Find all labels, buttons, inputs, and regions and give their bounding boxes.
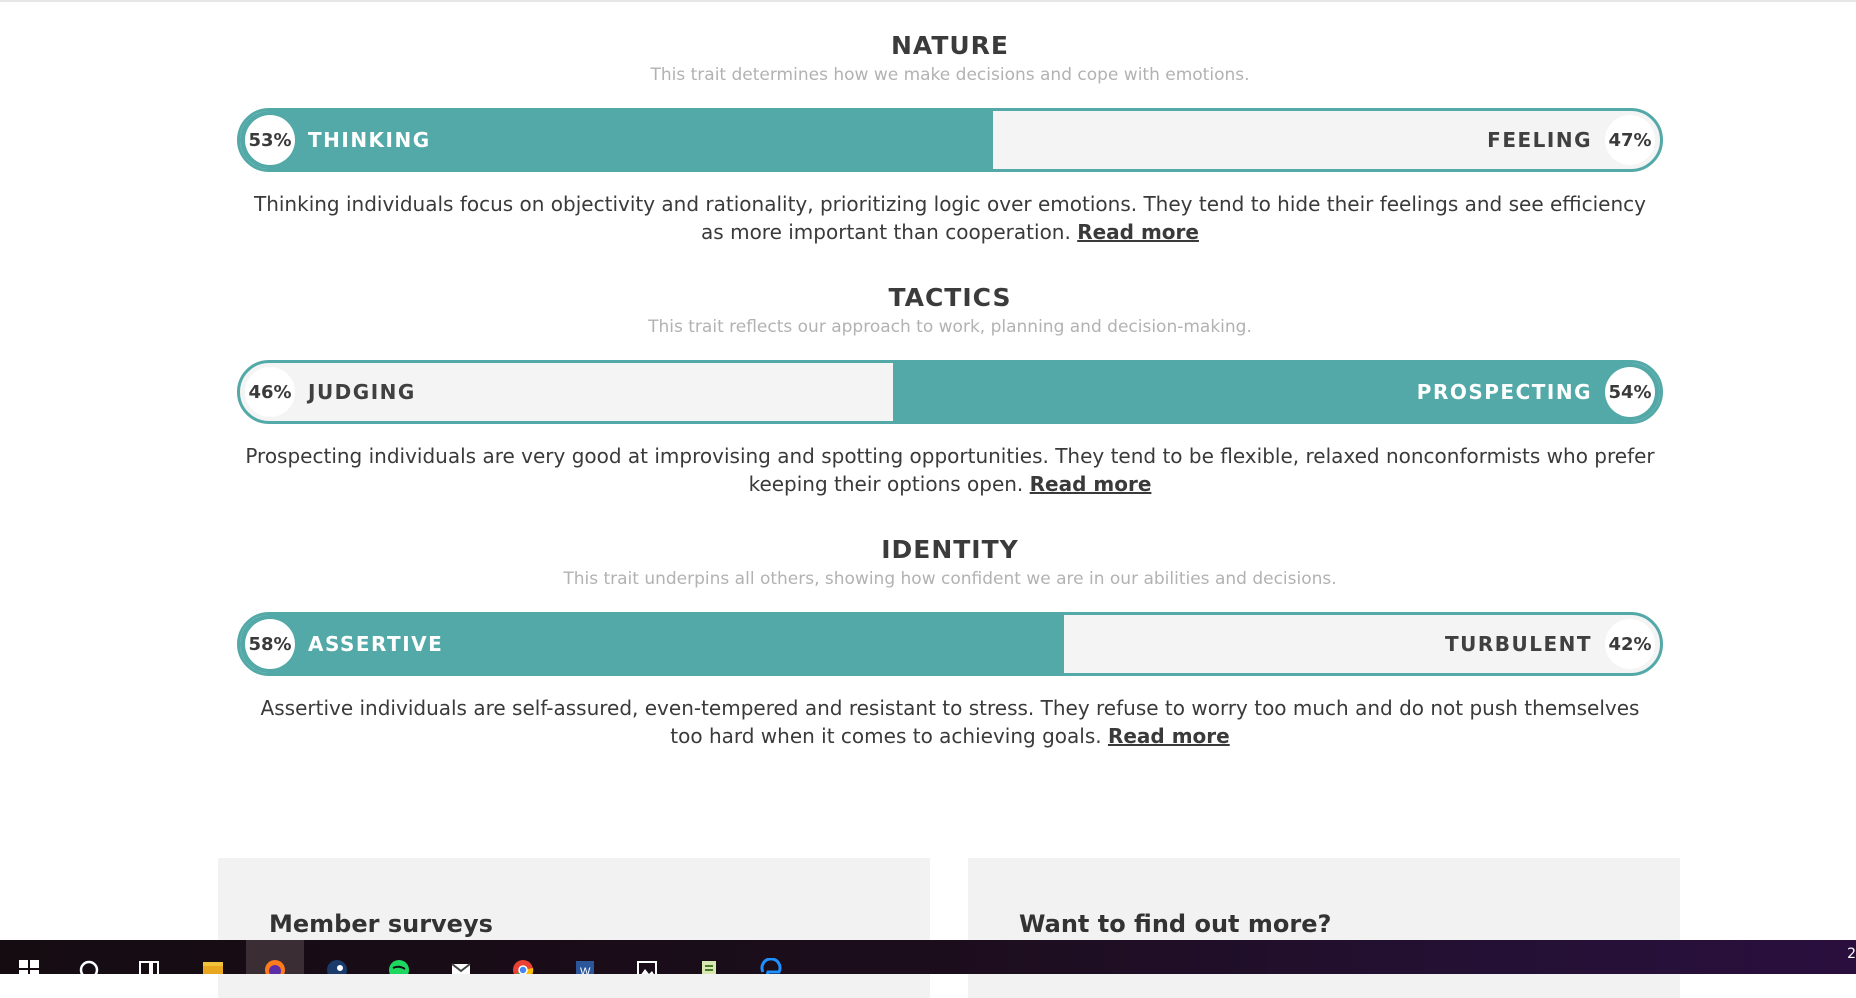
right-trait-label: FEELING bbox=[1487, 128, 1592, 152]
trait-description: Thinking individuals focus on objectivit… bbox=[237, 190, 1663, 246]
find-out-more-card[interactable]: Want to find out more? bbox=[968, 858, 1680, 998]
trait-tactics: TACTICS This trait reflects our approach… bbox=[237, 282, 1663, 498]
description-text: Thinking individuals focus on objectivit… bbox=[253, 192, 1646, 244]
photos-icon[interactable] bbox=[618, 940, 676, 974]
right-percent-badge: 54% bbox=[1605, 367, 1655, 417]
card-title: Want to find out more? bbox=[1019, 910, 1332, 938]
firefox-icon[interactable] bbox=[246, 940, 304, 974]
description-text: Prospecting individuals are very good at… bbox=[245, 444, 1655, 496]
right-trait-label: PROSPECTING bbox=[1416, 380, 1592, 404]
chrome-icon[interactable] bbox=[494, 940, 552, 974]
read-more-link[interactable]: Read more bbox=[1108, 724, 1230, 748]
left-percent-badge: 58% bbox=[245, 619, 295, 669]
task-view-icon[interactable] bbox=[120, 940, 178, 974]
trait-title: IDENTITY bbox=[881, 535, 1019, 564]
notepad-icon[interactable] bbox=[680, 940, 738, 974]
word-icon[interactable]: W bbox=[556, 940, 614, 974]
edge-icon[interactable] bbox=[742, 940, 800, 974]
file-explorer-icon[interactable] bbox=[184, 940, 242, 974]
right-percent-badge: 42% bbox=[1605, 619, 1655, 669]
trait-title: NATURE bbox=[890, 31, 1009, 60]
read-more-link[interactable]: Read more bbox=[1030, 472, 1152, 496]
card-title: Member surveys bbox=[269, 910, 493, 938]
trait-bar: 58% ASSERTIVE TURBULENT 42% bbox=[237, 612, 1663, 676]
windows-start-icon[interactable] bbox=[0, 940, 58, 974]
left-trait-label: THINKING bbox=[308, 128, 431, 152]
svg-text:W: W bbox=[580, 966, 591, 974]
page-top-divider bbox=[0, 0, 1856, 2]
spotify-icon[interactable] bbox=[370, 940, 428, 974]
left-trait-label: ASSERTIVE bbox=[308, 632, 444, 656]
description-text: Assertive individuals are self-assured, … bbox=[260, 696, 1640, 748]
left-percent-badge: 53% bbox=[245, 115, 295, 165]
trait-subtitle: This trait underpins all others, showing… bbox=[563, 569, 1337, 589]
member-surveys-card[interactable]: Member surveys bbox=[218, 858, 930, 998]
mail-icon[interactable] bbox=[432, 940, 490, 974]
trait-subtitle: This trait reflects our approach to work… bbox=[648, 317, 1252, 337]
cortana-search-icon[interactable] bbox=[60, 940, 118, 974]
left-percent-badge: 46% bbox=[245, 367, 295, 417]
right-trait-label: TURBULENT bbox=[1444, 632, 1592, 656]
trait-description: Assertive individuals are self-assured, … bbox=[237, 694, 1663, 750]
trait-bar: 46% JUDGING PROSPECTING 54% bbox=[237, 360, 1663, 424]
windows-taskbar: W 2 bbox=[0, 940, 1856, 974]
taskbar-clock[interactable]: 2 bbox=[1847, 946, 1856, 962]
trait-description: Prospecting individuals are very good at… bbox=[237, 442, 1663, 498]
trait-nature: NATURE This trait determines how we make… bbox=[237, 30, 1663, 246]
trait-title: TACTICS bbox=[888, 283, 1012, 312]
trait-bar: 53% THINKING FEELING 47% bbox=[237, 108, 1663, 172]
trait-identity: IDENTITY This trait underpins all others… bbox=[237, 534, 1663, 750]
right-percent-badge: 47% bbox=[1605, 115, 1655, 165]
trait-subtitle: This trait determines how we make decisi… bbox=[650, 65, 1250, 85]
read-more-link[interactable]: Read more bbox=[1077, 220, 1199, 244]
steam-icon[interactable] bbox=[308, 940, 366, 974]
left-trait-label: JUDGING bbox=[308, 380, 416, 404]
